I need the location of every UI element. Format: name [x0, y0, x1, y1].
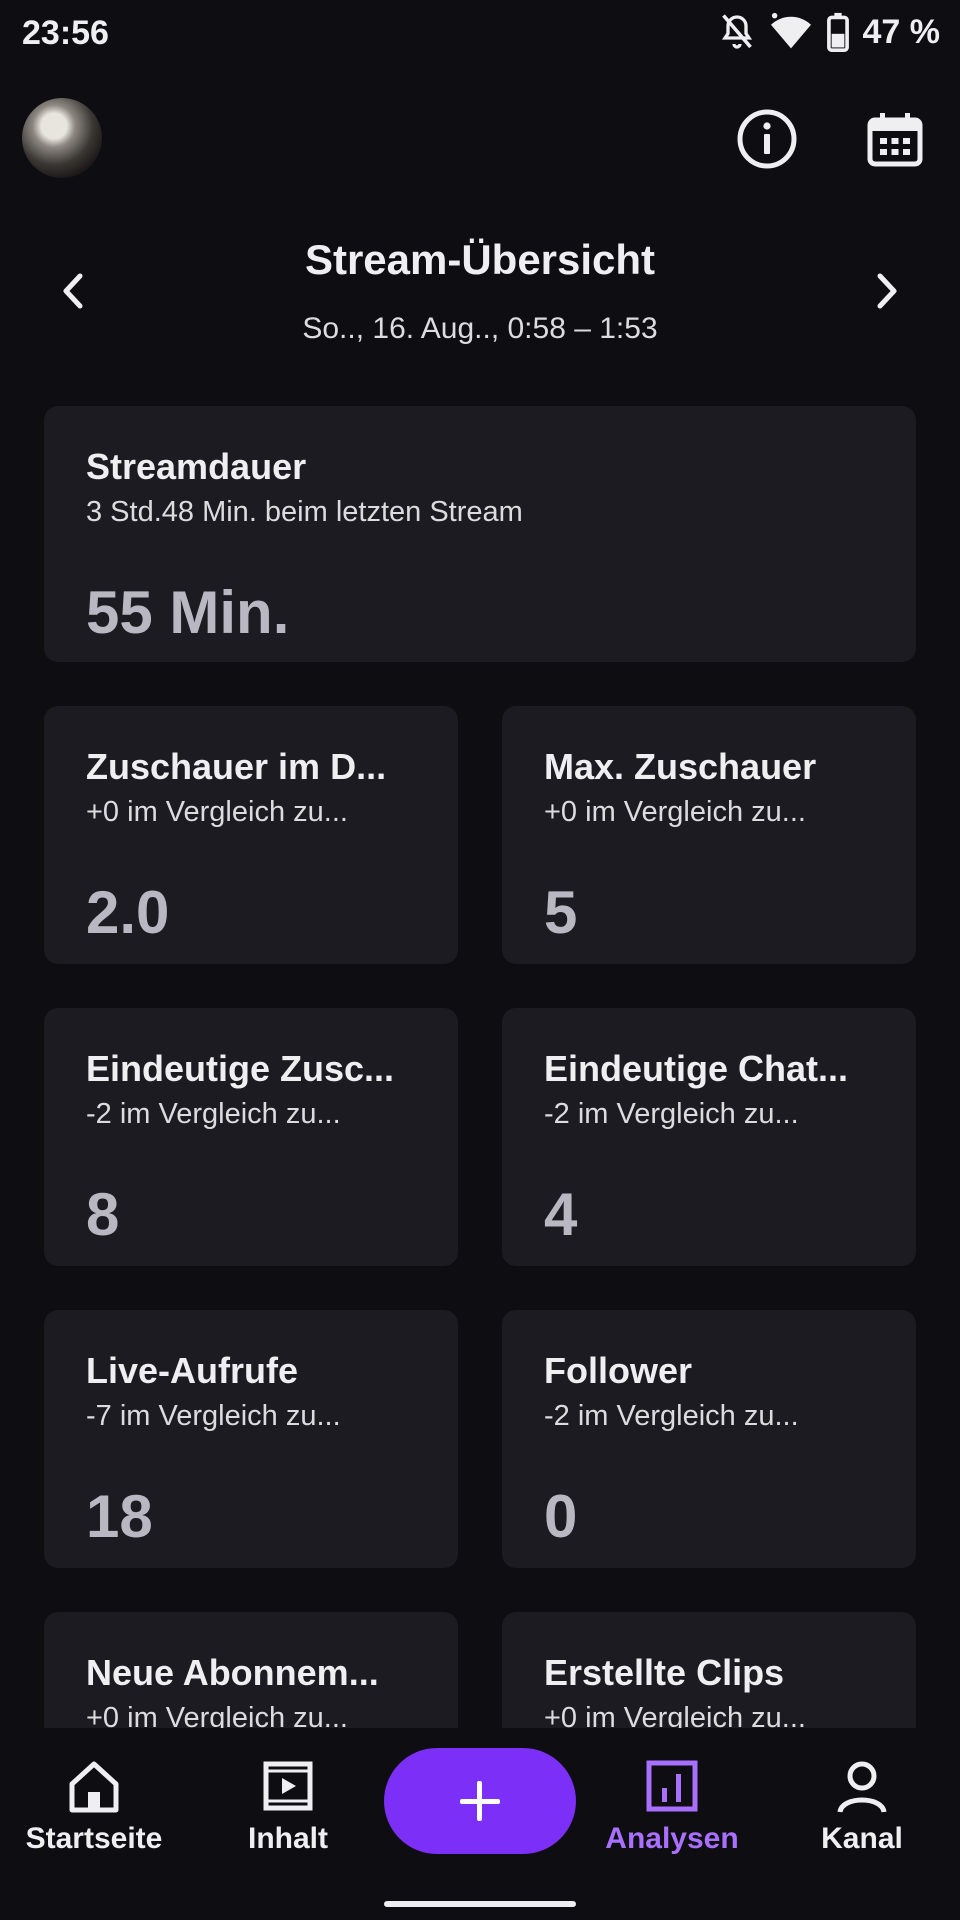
avatar[interactable]	[22, 98, 102, 178]
card-subtitle: 3 Std.48 Min. beim letzten Stream	[86, 496, 523, 528]
nav-label: Startseite	[25, 1822, 163, 1855]
stream-date-range: So.., 16. Aug.., 0:58 – 1:53	[302, 312, 658, 345]
card-stream-duration[interactable]: Streamdauer 3 Std.48 Min. beim letzten S…	[44, 406, 916, 662]
card-subtitle: +0 im Vergleich zu...	[544, 796, 806, 828]
card-max-viewers[interactable]: Max. Zuschauer +0 im Vergleich zu... 5	[502, 706, 916, 964]
scroll-content[interactable]: Stream-Übersicht So.., 16. Aug.., 0:58 –…	[0, 0, 960, 1728]
nav-label: Analysen	[605, 1822, 739, 1855]
card-live-views[interactable]: Live-Aufrufe -7 im Vergleich zu... 18	[44, 1310, 458, 1568]
card-title: Zuschauer im D...	[86, 746, 387, 787]
card-followers[interactable]: Follower -2 im Vergleich zu... 0	[502, 1310, 916, 1568]
card-title: Max. Zuschauer	[544, 746, 817, 787]
card-avg-viewers[interactable]: Zuschauer im D... +0 im Vergleich zu... …	[44, 706, 458, 964]
card-subtitle: -2 im Vergleich zu...	[544, 1400, 799, 1432]
analytics-icon	[646, 1760, 698, 1812]
card-subtitle: -2 im Vergleich zu...	[544, 1098, 799, 1130]
card-title: Erstellte Clips	[544, 1652, 785, 1693]
card-subtitle: -2 im Vergleich zu...	[86, 1098, 341, 1130]
plus-icon-stroke	[477, 1781, 482, 1821]
calendar-icon[interactable]	[866, 110, 924, 168]
card-title: Streamdauer	[86, 446, 307, 487]
card-subtitle: +0 im Vergleich zu...	[86, 796, 348, 828]
card-clips-created[interactable]: Erstellte Clips +0 im Vergleich zu...	[502, 1612, 916, 1728]
nav-item-content[interactable]: Inhalt	[198, 1756, 378, 1886]
nav-item-home[interactable]: Startseite	[4, 1756, 184, 1886]
info-icon[interactable]	[736, 108, 798, 170]
nav-label: Inhalt	[248, 1822, 328, 1855]
nav-item-analytics[interactable]: Analysen	[582, 1756, 762, 1886]
card-new-subscribers[interactable]: Neue Abonnem... +0 im Vergleich zu...	[44, 1612, 458, 1728]
card-value: 2.0	[86, 879, 170, 946]
card-title: Eindeutige Zusc...	[86, 1048, 395, 1089]
nav-label: Kanal	[821, 1822, 903, 1855]
profile-icon	[837, 1761, 887, 1813]
card-value: 8	[86, 1181, 120, 1248]
home-indicator[interactable]	[384, 1901, 576, 1907]
page-title: Stream-Übersicht	[304, 236, 656, 283]
card-title: Neue Abonnem...	[86, 1652, 379, 1693]
card-title: Eindeutige Chat...	[544, 1048, 849, 1089]
card-subtitle: +0 im Vergleich zu...	[86, 1702, 348, 1728]
home-icon	[69, 1761, 119, 1813]
chevron-right-icon[interactable]	[866, 266, 906, 316]
nav-item-channel[interactable]: Kanal	[772, 1756, 952, 1886]
card-unique-chatters[interactable]: Eindeutige Chat... -2 im Vergleich zu...…	[502, 1008, 916, 1266]
bottom-nav: Startseite Inhalt Analysen Kanal	[0, 1728, 960, 1920]
top-bar	[0, 90, 960, 190]
stream-header: Stream-Übersicht So.., 16. Aug.., 0:58 –…	[0, 230, 960, 350]
card-value: 18	[86, 1483, 153, 1550]
content-icon	[263, 1761, 313, 1811]
card-title: Follower	[544, 1350, 693, 1391]
card-unique-viewers[interactable]: Eindeutige Zusc... -2 im Vergleich zu...…	[44, 1008, 458, 1266]
add-button[interactable]	[384, 1748, 576, 1854]
card-title: Live-Aufrufe	[86, 1350, 299, 1391]
card-subtitle: -7 im Vergleich zu...	[86, 1400, 341, 1432]
card-value: 4	[544, 1181, 578, 1248]
card-value: 5	[544, 879, 578, 946]
card-value: 0	[544, 1483, 578, 1550]
card-value: 55 Min.	[86, 579, 290, 646]
card-subtitle: +0 im Vergleich zu...	[544, 1702, 806, 1728]
